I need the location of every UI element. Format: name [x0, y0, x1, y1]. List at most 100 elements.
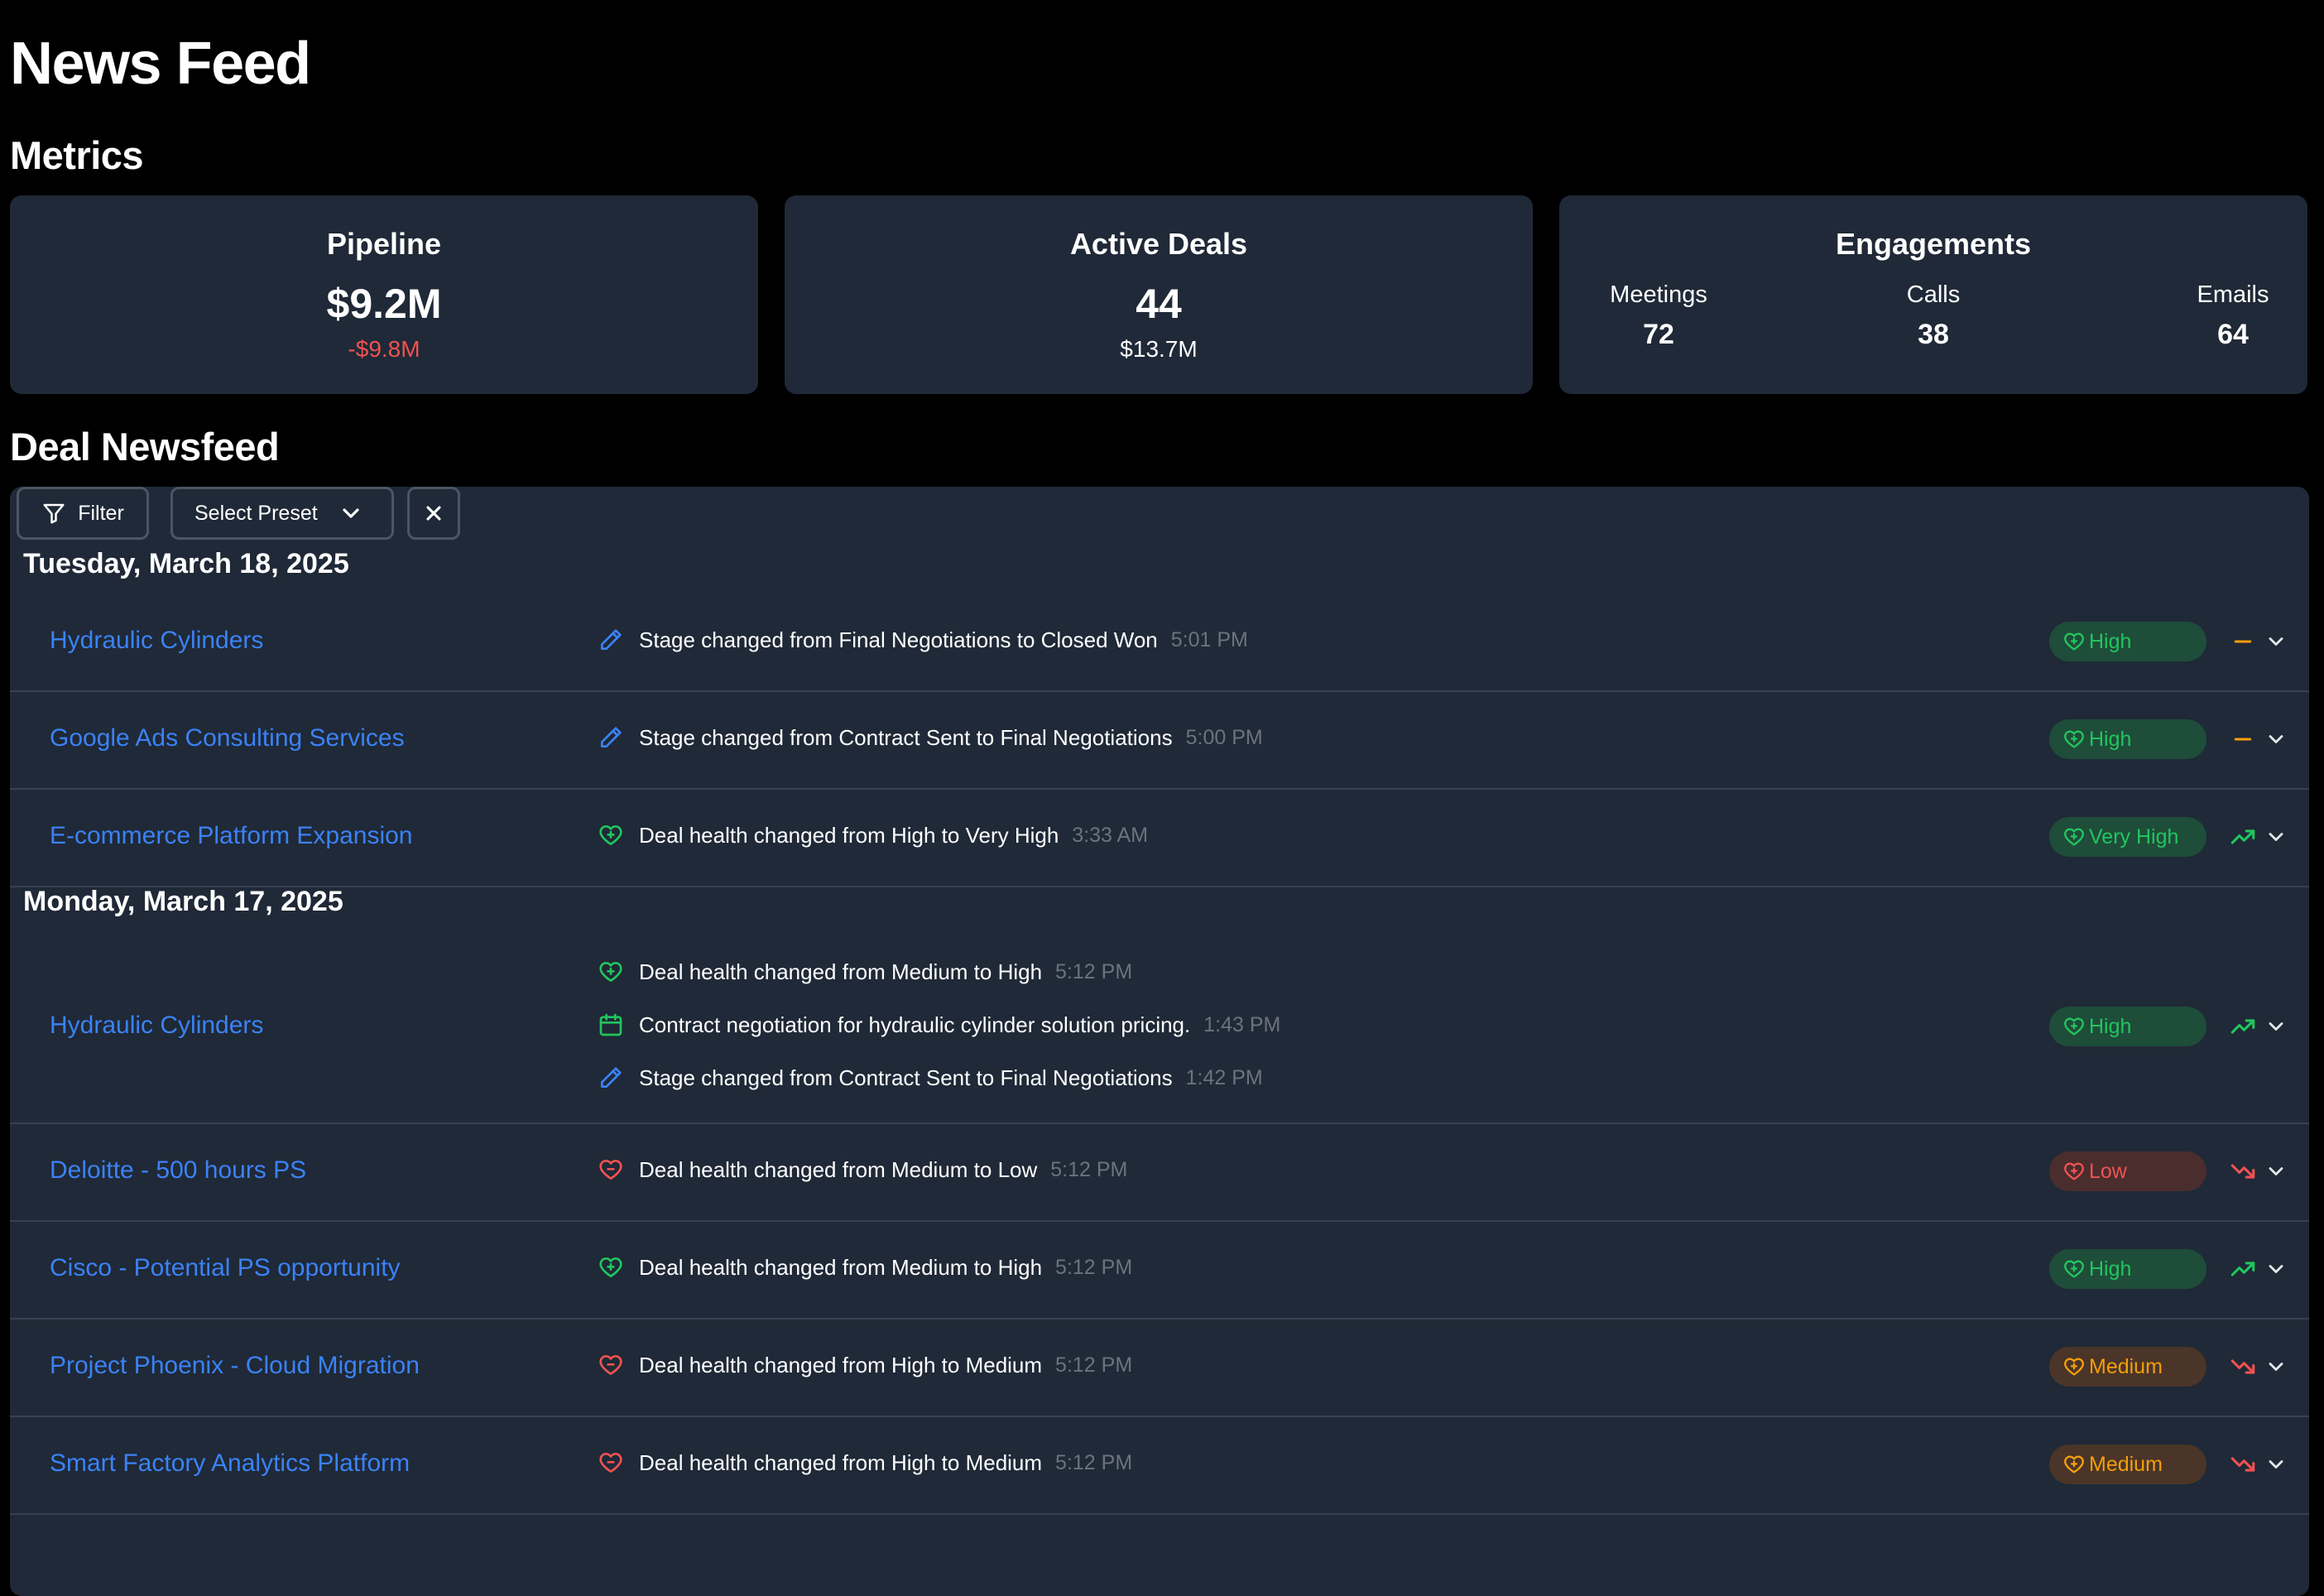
chevron-down-icon[interactable] [2263, 726, 2289, 752]
engagement-label: Meetings [1610, 281, 1707, 308]
health-heart-icon [2062, 630, 2086, 653]
pencil-icon [598, 1065, 624, 1091]
event-item: Stage changed from Final Negotiations to… [598, 627, 1248, 653]
event-item: Stage changed from Contract Sent to Fina… [598, 1065, 1263, 1091]
feed-row[interactable]: Project Phoenix - Cloud Migration Deal he… [10, 1318, 2309, 1417]
chevron-down-icon[interactable] [2263, 628, 2289, 655]
event-time: 5:12 PM [1055, 959, 1133, 983]
event-item: Deal health changed from Medium to Low 5:… [598, 1156, 1127, 1183]
health-badge: Medium [2049, 1347, 2206, 1387]
trend-down-icon [2228, 1156, 2258, 1186]
health-heart-icon [2062, 1015, 2086, 1038]
clear-filters-button[interactable] [407, 487, 460, 540]
newsfeed-heading: Deal Newsfeed [10, 425, 280, 469]
filter-icon [41, 501, 66, 526]
deal-link[interactable]: Hydraulic Cylinders [50, 627, 263, 655]
chevron-down-icon[interactable] [2263, 1013, 2289, 1040]
event-text: Stage changed from Final Negotiations to… [639, 627, 1158, 652]
event-time: 5:12 PM [1055, 1353, 1133, 1377]
deal-link[interactable]: Hydraulic Cylinders [50, 1012, 263, 1040]
engagements-card: Engagements Meetings 72 Calls 38 Emails … [1559, 195, 2307, 394]
active-deals-title: Active Deals [1069, 227, 1248, 261]
health-label: Very High [2089, 824, 2179, 848]
chevron-down-icon[interactable] [2263, 1158, 2289, 1185]
event-time: 3:33 AM [1072, 823, 1149, 847]
day-header: Tuesday, March 18, 2025 [23, 548, 349, 579]
event-text: Deal health changed from Medium to Low [639, 1156, 1038, 1182]
event-item: Deal health changed from Medium to High 5… [598, 959, 1132, 985]
heart-plus-icon [598, 822, 624, 848]
deal-link[interactable]: Project Phoenix - Cloud Migration [50, 1352, 420, 1380]
event-time: 5:01 PM [1170, 627, 1248, 651]
metrics-heading: Metrics [10, 133, 144, 177]
close-icon [422, 502, 445, 525]
health-heart-icon [2062, 728, 2086, 751]
feed-row[interactable]: E-commerce Platform Expansion Deal health… [10, 788, 2309, 887]
event-text: Deal health changed from Medium to High [639, 959, 1043, 984]
event-item: Deal health changed from Medium to High 5… [598, 1254, 1132, 1281]
trend-flat-icon [2228, 724, 2258, 754]
deal-link[interactable]: Google Ads Consulting Services [50, 724, 405, 752]
engagement-emails: Emails 64 [2158, 281, 2307, 351]
deal-link[interactable]: E-commerce Platform Expansion [50, 822, 413, 850]
event-time: 1:43 PM [1203, 1012, 1281, 1036]
event-item: Deal health changed from High to Medium 5… [598, 1352, 1132, 1378]
heart-minus-icon [598, 1352, 624, 1378]
event-text: Deal health changed from High to Medium [639, 1352, 1043, 1377]
engagements-title: Engagements [1835, 227, 2032, 261]
chevron-down-icon[interactable] [2263, 1451, 2289, 1478]
health-label: Low [2089, 1159, 2127, 1183]
feed-row[interactable]: Google Ads Consulting Services Stage chan… [10, 690, 2309, 790]
pencil-icon [598, 724, 624, 751]
feed-row[interactable]: Cisco - Potential PS opportunity Deal hea… [10, 1220, 2309, 1320]
feed-row[interactable]: Hydraulic Cylinders Stage changed from Fi… [10, 593, 2309, 692]
chevron-down-icon[interactable] [2263, 1353, 2289, 1380]
active-deals-amount: $13.7M [1120, 336, 1198, 362]
page-title: News Feed [10, 31, 311, 97]
chevron-down-icon [338, 500, 364, 526]
chevron-down-icon[interactable] [2263, 824, 2289, 850]
filter-label: Filter [78, 501, 124, 525]
feed-row[interactable]: Deloitte - 500 hours PS Deal health chang… [10, 1122, 2309, 1222]
health-badge: High [2049, 622, 2206, 661]
heart-minus-icon [598, 1156, 624, 1183]
deal-link[interactable]: Smart Factory Analytics Platform [50, 1449, 410, 1478]
health-label: High [2089, 1257, 2132, 1281]
health-badge: Medium [2049, 1445, 2206, 1484]
health-label: High [2089, 629, 2132, 653]
trend-up-icon [2228, 1254, 2258, 1284]
health-label: Medium [2089, 1354, 2163, 1378]
deal-link[interactable]: Cisco - Potential PS opportunity [50, 1254, 401, 1282]
event-item: Deal health changed from High to Very Hi… [598, 822, 1148, 848]
health-badge: High [2049, 719, 2206, 759]
pipeline-card: Pipeline $9.2M -$9.8M [10, 195, 758, 394]
pencil-icon [598, 627, 624, 653]
health-heart-icon [2062, 825, 2086, 848]
event-time: 5:12 PM [1055, 1450, 1133, 1474]
feed-row[interactable]: Hydraulic Cylinders Deal health changed f… [10, 930, 2309, 1124]
feed-row[interactable]: Smart Factory Analytics Platform Deal hea… [10, 1416, 2309, 1515]
trend-flat-icon [2228, 627, 2258, 656]
event-time: 1:42 PM [1185, 1065, 1263, 1089]
select-preset-dropdown[interactable]: Select Preset [170, 487, 394, 540]
deal-link[interactable]: Deloitte - 500 hours PS [50, 1156, 306, 1185]
event-text: Deal health changed from High to Medium [639, 1449, 1043, 1475]
engagement-label: Calls [1906, 281, 1961, 308]
health-heart-icon [2062, 1453, 2086, 1476]
pipeline-value: $9.2M [326, 281, 442, 327]
health-heart-icon [2062, 1257, 2086, 1281]
health-label: High [2089, 1014, 2132, 1038]
event-item: Stage changed from Contract Sent to Fina… [598, 724, 1263, 751]
filter-button[interactable]: Filter [17, 487, 149, 540]
calendar-icon [598, 1012, 624, 1038]
chevron-down-icon[interactable] [2263, 1256, 2289, 1282]
heart-minus-icon [598, 1449, 624, 1476]
trend-down-icon [2228, 1352, 2258, 1382]
engagement-meetings: Meetings 72 [1584, 281, 1733, 351]
pipeline-title: Pipeline [326, 227, 442, 261]
trend-up-icon [2228, 822, 2258, 852]
event-item: Deal health changed from High to Medium 5… [598, 1449, 1132, 1476]
event-item: Contract negotiation for hydraulic cylin… [598, 1012, 1280, 1038]
event-text: Deal health changed from High to Very Hi… [639, 822, 1059, 848]
health-badge: High [2049, 1249, 2206, 1289]
